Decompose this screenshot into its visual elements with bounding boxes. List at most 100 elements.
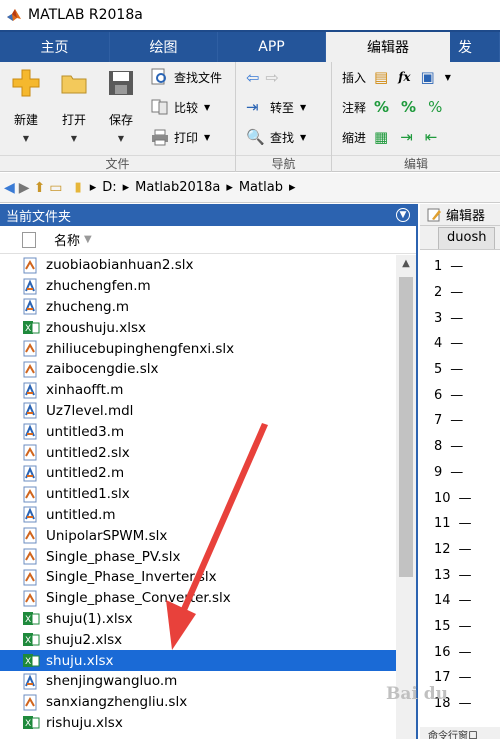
file-row[interactable]: zhuchengfen.m xyxy=(0,276,396,297)
tab-plots[interactable]: 绘图 xyxy=(110,32,218,62)
compare-button[interactable]: 比较 ▼ xyxy=(150,96,210,118)
panel-title-bar: 当前文件夹 ▼ xyxy=(0,204,416,226)
increase-indent-icon[interactable]: ⇥ xyxy=(400,128,413,146)
file-row[interactable]: untitled2.m xyxy=(0,463,396,484)
fx-icon[interactable]: fx xyxy=(398,70,410,84)
line-number: 9— xyxy=(420,460,500,486)
forward-arrow-icon[interactable]: ▶ xyxy=(19,180,30,196)
file-row[interactable]: Uz7level.mdl xyxy=(0,401,396,422)
file-row[interactable]: Xzhoushuju.xlsx xyxy=(0,317,396,338)
forward-arrow-icon[interactable]: ⇨ xyxy=(265,68,278,87)
file-name: shenjingwangluo.m xyxy=(46,673,178,690)
uncomment-icon[interactable]: % xyxy=(401,98,416,116)
breakpoint-dash[interactable]: — xyxy=(450,285,463,300)
file-row[interactable]: untitled2.slx xyxy=(0,442,396,463)
chevron-down-icon[interactable]: ▼ xyxy=(445,73,451,82)
file-row[interactable]: untitled.m xyxy=(0,505,396,526)
breadcrumb-drive[interactable]: D: xyxy=(102,180,116,195)
file-row[interactable]: Single_Phase_Inverter.slx xyxy=(0,567,396,588)
breakpoint-dash[interactable]: — xyxy=(459,568,472,583)
up-folder-icon[interactable]: ⬆ xyxy=(34,180,46,196)
insert-section-icon[interactable]: ▤ xyxy=(374,68,388,86)
file-row[interactable]: zhiliucebupinghengfenxi.slx xyxy=(0,338,396,359)
breakpoint-dash[interactable]: — xyxy=(450,388,463,403)
scroll-thumb[interactable] xyxy=(399,277,413,577)
tab-publish[interactable]: 发 xyxy=(450,32,500,62)
file-row[interactable]: untitled1.slx xyxy=(0,484,396,505)
breakpoint-dash[interactable]: — xyxy=(459,670,472,685)
file-row[interactable]: sanxiangzhengliu.slx xyxy=(0,692,396,713)
smart-indent-icon[interactable]: ▦ xyxy=(374,128,388,146)
breakpoint-dash[interactable]: — xyxy=(459,593,472,608)
scroll-up-icon[interactable]: ▲ xyxy=(396,255,416,273)
breadcrumb-matlab2018a[interactable]: Matlab2018a xyxy=(135,180,220,195)
file-row[interactable]: xinhaofft.m xyxy=(0,380,396,401)
file-name: zhuchengfen.m xyxy=(46,278,151,295)
tab-home[interactable]: 主页 xyxy=(0,32,110,62)
breakpoint-dash[interactable]: — xyxy=(459,542,472,557)
file-row[interactable]: Xshuju(1).xlsx xyxy=(0,609,396,630)
back-arrow-icon[interactable]: ⇦ xyxy=(246,68,259,87)
back-forward-buttons[interactable]: ⇦ ⇨ xyxy=(246,66,279,88)
breakpoint-dash[interactable]: — xyxy=(459,491,472,506)
new-button[interactable]: 新建 ▼ xyxy=(6,68,46,143)
breakpoint-dash[interactable]: — xyxy=(450,465,463,480)
find-files-button[interactable]: 查找文件 xyxy=(150,66,222,88)
file-row[interactable]: Xshuju.xlsx xyxy=(0,650,396,671)
breakpoint-dash[interactable]: — xyxy=(450,336,463,351)
editor-file-tab[interactable]: duosh xyxy=(438,227,496,249)
edit-group: 插入 ▤ fx ▣ ▼ 注释 % % % 缩进 ▦ ⇥ ⇤ 编辑 xyxy=(332,62,500,172)
breakpoint-dash[interactable]: — xyxy=(459,619,472,634)
breakpoint-dash[interactable]: — xyxy=(450,413,463,428)
line-number-value: 12 xyxy=(434,541,451,557)
file-row[interactable]: zuobiaobianhuan2.slx xyxy=(0,255,396,276)
breakpoint-dash[interactable]: — xyxy=(450,311,463,326)
file-row[interactable]: UnipolarSPWM.slx xyxy=(0,525,396,546)
file-row[interactable]: Xrishuju.xlsx xyxy=(0,713,396,734)
wrap-comments-icon[interactable]: % xyxy=(428,98,442,116)
file-row[interactable]: shenjingwangluo.m xyxy=(0,671,396,692)
browse-folder-icon[interactable]: ▭ xyxy=(49,180,62,196)
comment-percent-icon[interactable]: % xyxy=(374,98,389,116)
file-name: zhucheng.m xyxy=(46,298,130,315)
simulink-file-icon xyxy=(23,527,37,544)
breakpoint-dash[interactable]: — xyxy=(450,259,463,274)
file-row[interactable]: zaibocengdie.slx xyxy=(0,359,396,380)
file-row[interactable]: Single_phase_Converter.slx xyxy=(0,588,396,609)
file-list: zuobiaobianhuan2.slx zhuchengfen.m zhuchen… xyxy=(0,255,396,739)
breakpoint-dash[interactable]: — xyxy=(459,645,472,660)
column-header[interactable]: 名称 ▼ xyxy=(0,226,416,254)
open-button[interactable]: 打开 ▼ xyxy=(54,68,94,143)
print-button[interactable]: 打印 ▼ xyxy=(150,126,210,148)
back-arrow-icon[interactable]: ◀ xyxy=(4,180,15,196)
svg-text:X: X xyxy=(25,615,31,625)
excel-file-icon: X xyxy=(23,716,40,730)
tab-apps[interactable]: APP xyxy=(218,32,326,62)
insert-figure-icon[interactable]: ▣ xyxy=(421,68,435,86)
vertical-scrollbar[interactable]: ▲ xyxy=(396,255,416,739)
save-button[interactable]: 保存 ▼ xyxy=(101,68,141,143)
navigate-group-label: 导航 xyxy=(236,155,331,172)
decrease-indent-icon[interactable]: ⇤ xyxy=(425,128,438,146)
breakpoint-dash[interactable]: — xyxy=(459,696,472,711)
goto-button[interactable]: ⇥ 转至 ▼ xyxy=(246,96,306,118)
breakpoint-dash[interactable]: — xyxy=(459,516,472,531)
line-number-value: 10 xyxy=(434,490,451,506)
find-button[interactable]: 🔍 查找 ▼ xyxy=(246,126,306,148)
breakpoint-dash[interactable]: — xyxy=(450,362,463,377)
line-number-value: 7 xyxy=(434,413,443,429)
breakpoint-dash[interactable]: — xyxy=(450,439,463,454)
file-name: untitled2.slx xyxy=(46,444,130,461)
command-window-label[interactable]: 命令行窗口 xyxy=(420,727,500,739)
tab-editor[interactable]: 编辑器 xyxy=(326,32,450,62)
line-number: 16 — xyxy=(420,639,500,665)
breadcrumb-matlab[interactable]: Matlab xyxy=(239,180,283,195)
panel-menu-icon[interactable]: ▼ xyxy=(396,208,410,222)
file-row[interactable]: Xshuju2.xlsx xyxy=(0,629,396,650)
file-row[interactable]: Single_phase_PV.slx xyxy=(0,546,396,567)
m-file-icon xyxy=(23,673,37,690)
file-row[interactable]: untitled3.m xyxy=(0,421,396,442)
excel-file-icon: X xyxy=(23,633,40,647)
file-row[interactable]: zhucheng.m xyxy=(0,297,396,318)
file-name: untitled.m xyxy=(46,506,116,523)
